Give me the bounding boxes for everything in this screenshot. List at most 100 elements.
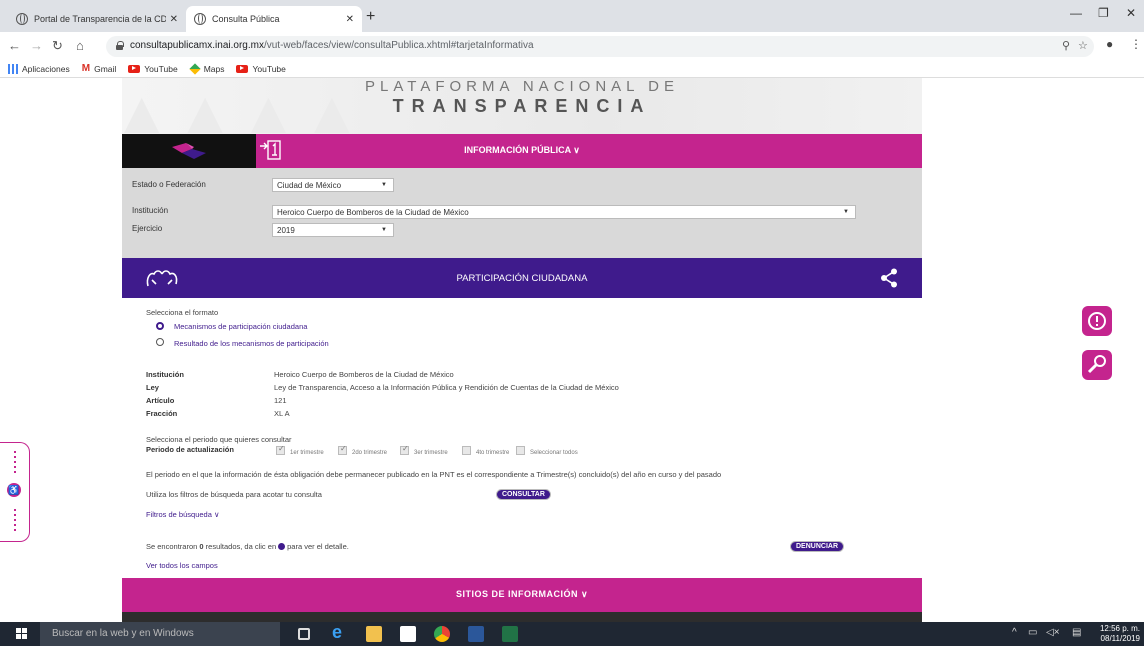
banner-title-line1: PLATAFORMA NACIONAL DE [365,78,679,95]
accessibility-tab[interactable]: ♿ [0,442,30,542]
tab-consulta-publica[interactable]: Consulta Pública ✕ [186,6,362,32]
bookmark-youtube-2[interactable]: YouTube [236,64,286,74]
word-icon[interactable] [468,626,484,642]
checkbox-1er-trimestre-label: 1er trimestre [290,450,324,456]
clock-date: 08/11/2019 [1100,634,1140,643]
accessibility-dots [14,451,16,473]
checkbox-2do-trimestre-label: 2do trimestre [352,450,388,456]
zoom-icon[interactable]: ⚲ [1062,39,1070,52]
minimize-button[interactable]: — [1070,6,1082,20]
informacion-publica-menu[interactable]: INFORMACIÓN PÚBLICA ∨ [122,145,922,156]
url-field[interactable]: consultapublicamx.inai.org.mx/vut-web/fa… [106,36,1094,57]
estado-select[interactable]: Ciudad de México ▼ [272,178,394,192]
restore-button[interactable]: ❐ [1098,6,1109,20]
accessibility-dots [14,509,16,531]
youtube-icon [128,64,141,73]
checkbox-4to-trimestre-label: 4to trimestre [476,450,510,456]
clock-time: 12:56 p. m. [1099,624,1140,633]
store-icon[interactable] [400,626,416,642]
web-page: ▲▲▲▲ PLATAFORMA NACIONAL DE TRANSPARENCI… [0,78,1144,622]
chevron-down-icon: ▼ [843,209,849,215]
checkbox-1er-trimestre[interactable] [276,444,285,455]
notifications-icon[interactable]: ▤ [1072,627,1081,638]
consultar-button[interactable]: CONSULTAR [496,489,551,500]
bookmark-apps[interactable]: Aplicaciones [8,63,70,74]
chevron-down-icon: ▼ [381,182,387,188]
banner-title-line2: TRANSPARENCIA [392,96,652,116]
new-tab-button[interactable]: + [366,8,375,26]
close-icon[interactable]: ✕ [346,14,354,25]
detail-ley-value: Ley de Transparencia, Acceso a la Inform… [274,383,619,392]
chrome-icon[interactable] [434,626,450,642]
maps-icon [189,62,201,75]
filters-panel: Estado o Federación Ciudad de México ▼ In… [122,168,922,258]
share-icon[interactable] [880,268,898,288]
taskbar-clock[interactable]: 12:56 p. m. 08/11/2019 [1094,624,1140,644]
star-icon[interactable]: ☆ [1078,39,1088,52]
detail-ley-label: Ley [146,383,159,392]
edge-icon[interactable]: e [332,622,348,642]
apps-icon [8,63,18,74]
volume-icon[interactable]: ◁× [1046,627,1060,638]
estado-label: Estado o Federación [132,180,206,189]
bookmarks-bar: Aplicaciones M Gmail YouTube Maps YouTube [0,60,1144,78]
gmail-icon: M [81,63,91,74]
radio-mecanismos-label[interactable]: Mecanismos de participación ciudadana [174,322,307,331]
detail-fraccion-value: XL A [274,409,290,418]
ejercicio-select[interactable]: 2019 ▼ [272,223,394,237]
radio-mecanismos[interactable] [156,322,164,330]
radio-resultado-label[interactable]: Resultado de los mecanismos de participa… [174,339,329,348]
world-icon [16,13,28,25]
accessibility-icon: ♿ [7,483,21,497]
window-close-button[interactable]: ✕ [1126,6,1136,20]
taskbar-search-input[interactable]: Buscar en la web y en Windows [40,622,280,646]
periodo-prompt: Selecciona el periodo que quieres consul… [146,435,292,444]
home-button[interactable]: ⌂ [76,38,84,53]
youtube-icon [236,64,249,73]
site-container: ▲▲▲▲ PLATAFORMA NACIONAL DE TRANSPARENCI… [122,78,922,622]
bookmark-maps[interactable]: Maps [189,62,224,75]
ver-todos-campos-link[interactable]: Ver todos los campos [146,561,218,570]
back-button[interactable]: ← [8,38,21,53]
reload-button[interactable]: ↻ [52,38,63,54]
denunciar-button[interactable]: DENUNCIAR [790,541,844,552]
formato-prompt: Selecciona el formato [146,308,219,317]
sitios-informacion-menu[interactable]: SITIOS DE INFORMACIÓN ∨ [122,589,922,600]
excel-icon[interactable] [502,626,518,642]
tray-chevron-icon[interactable]: ^ [1012,627,1017,638]
tools-icon [1087,355,1106,374]
windows-start-icon[interactable] [16,628,28,640]
url-text: consultapublicamx.inai.org.mx/vut-web/fa… [130,40,534,51]
file-explorer-icon[interactable] [366,626,382,642]
checkbox-2do-trimestre[interactable] [338,444,347,455]
tools-button[interactable] [1082,350,1112,380]
tab-title: Consulta Pública [212,14,280,24]
radio-resultado[interactable] [156,338,164,346]
checkbox-4to-trimestre[interactable] [462,446,471,455]
institucion-select[interactable]: Heroico Cuerpo de Bomberos de la Ciudad … [272,205,856,219]
filtros-busqueda-link[interactable]: Filtros de búsqueda ∨ [146,510,219,519]
consulta-prompt: Utiliza los filtros de búsqueda para aco… [146,490,322,499]
tab-portal-transparencia[interactable]: Portal de Transparencia de la CDMX ✕ [8,6,186,32]
menu-icon[interactable]: ⋮ [1130,37,1142,51]
forward-button[interactable]: → [30,38,43,53]
close-icon[interactable]: ✕ [170,14,178,25]
detail-institucion-label: Institución [146,370,184,379]
periodo-note: El periodo en el que la información de é… [146,470,722,479]
lock-icon [116,41,124,50]
browser-tab-bar: Portal de Transparencia de la CDMX ✕ Con… [0,0,1144,32]
alert-icon [1088,312,1106,330]
bookmark-gmail[interactable]: M Gmail [82,63,117,74]
tab-title: Portal de Transparencia de la CDMX [34,14,166,24]
address-bar: ← → ↻ ⌂ consultapublicamx.inai.org.mx/vu… [0,32,1144,60]
account-icon[interactable]: ● [1106,37,1113,51]
checkbox-3er-trimestre[interactable] [400,444,409,455]
detail-articulo-value: 121 [274,396,287,405]
checkbox-3er-trimestre-label: 3er trimestre [414,450,448,456]
task-view-icon[interactable] [298,628,310,640]
alert-button[interactable] [1082,306,1112,336]
network-icon[interactable]: ▭ [1028,627,1037,638]
bookmark-youtube[interactable]: YouTube [128,64,178,74]
windows-taskbar: Buscar en la web y en Windows e ^ ▭ ◁× ▤… [0,622,1144,646]
checkbox-seleccionar-todos[interactable] [516,446,525,455]
